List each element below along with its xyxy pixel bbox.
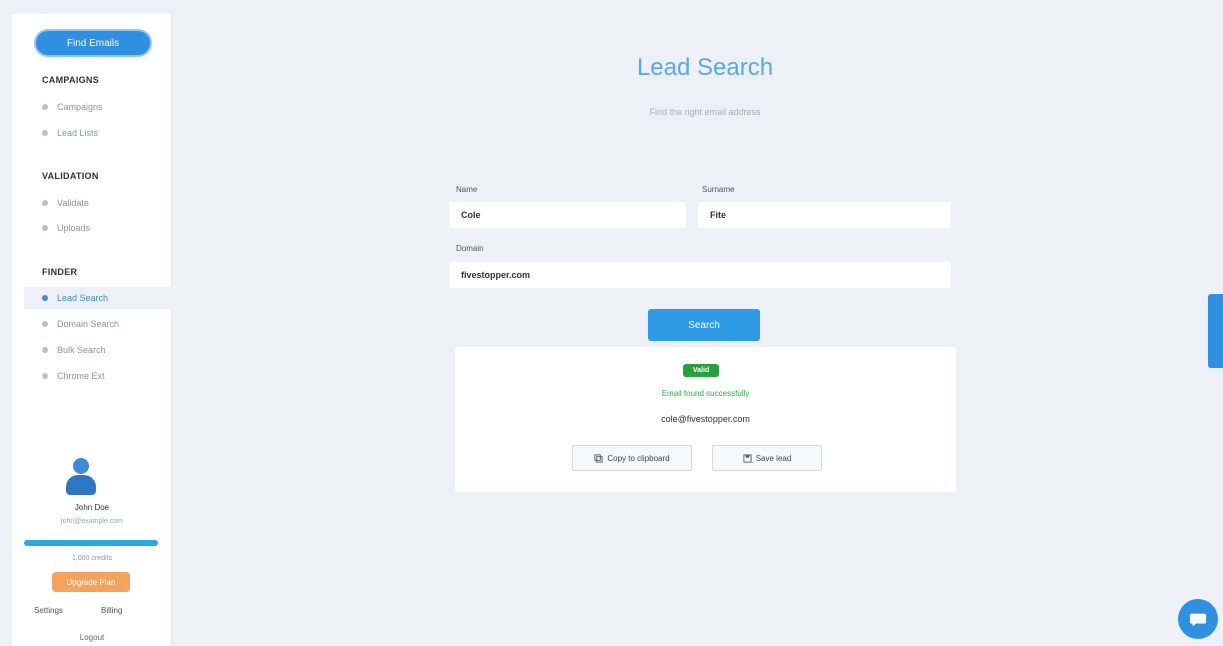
avatar-body: [66, 475, 96, 495]
feedback-tab-icon[interactable]: [1208, 294, 1223, 368]
sidebar-item-label: Lead Lists: [57, 128, 99, 138]
sidebar-item-lead-lists[interactable]: Lead Lists: [24, 122, 172, 144]
domain-input[interactable]: fivestopper.com: [448, 261, 952, 289]
bullet-icon: [42, 130, 48, 136]
upgrade-button[interactable]: Upgrade Plan: [52, 572, 130, 592]
sidebar-section-title: FINDER: [42, 267, 78, 277]
bullet-icon: [42, 200, 48, 206]
result-card: Valid Email found successfully cole@five…: [455, 347, 956, 492]
valid-badge: Valid: [683, 364, 719, 377]
avatar-icon[interactable]: [64, 456, 98, 498]
bullet-icon: [42, 347, 48, 353]
credits-progress-bar: [24, 540, 158, 546]
sidebar-item-label: Campaigns: [57, 102, 103, 112]
first-name-input[interactable]: Cole: [448, 201, 687, 229]
chat-icon[interactable]: [1178, 599, 1218, 639]
find-emails-button[interactable]: Find Emails: [34, 29, 152, 57]
sidebar-item-bulk-search[interactable]: Bulk Search: [24, 339, 172, 361]
billing-link[interactable]: Billing: [101, 606, 122, 615]
copy-button[interactable]: Copy to clipboard: [572, 445, 692, 471]
bullet-icon: [42, 225, 48, 231]
sidebar-item-label: Chrome Ext: [57, 371, 105, 381]
sidebar-item-label: Bulk Search: [57, 345, 106, 355]
bullet-icon: [42, 295, 48, 301]
sidebar-item-label: Lead Search: [57, 293, 109, 303]
copy-icon: [594, 453, 603, 463]
save-icon: [743, 453, 752, 463]
domain-label: Domain: [456, 244, 484, 253]
last-name-input[interactable]: Fite: [697, 201, 952, 229]
save-button-label: Save lead: [755, 453, 792, 463]
last-name-label: Surname: [702, 185, 735, 194]
page-subtitle: Find the right email address: [649, 107, 761, 117]
first-name-label: Name: [456, 185, 478, 194]
logout-link[interactable]: Logout: [12, 633, 172, 642]
sidebar-section-title: VALIDATION: [42, 171, 99, 181]
sidebar-item-lead-search[interactable]: Lead Search: [24, 287, 172, 309]
sidebar-section-title: CAMPAIGNS: [42, 75, 100, 85]
bullet-icon: [42, 104, 48, 110]
sidebar-item-chrome-ext[interactable]: Chrome Ext: [24, 365, 172, 387]
sidebar-item-domain-search[interactable]: Domain Search: [24, 313, 172, 335]
user-email: john@example.com: [61, 518, 123, 525]
avatar-head: [73, 458, 89, 474]
sidebar-item-validate[interactable]: Validate: [24, 192, 172, 214]
save-lead-button[interactable]: Save lead: [712, 445, 822, 471]
chat-bubble-icon: [1189, 613, 1207, 627]
sidebar-item-campaigns[interactable]: Campaigns: [24, 96, 172, 118]
result-email: cole@fivestopper.com: [661, 414, 750, 424]
search-button[interactable]: Search: [648, 309, 760, 341]
bullet-icon: [42, 321, 48, 327]
settings-link[interactable]: Settings: [34, 606, 63, 615]
bullet-icon: [42, 373, 48, 379]
page-title: Lead Search: [636, 54, 774, 81]
sidebar-item-uploads[interactable]: Uploads: [24, 217, 172, 239]
credits-text: 1,000 credits: [71, 555, 113, 562]
result-status: Email found successfully: [661, 389, 750, 398]
sidebar-item-label: Uploads: [57, 223, 91, 233]
sidebar: Find Emails CAMPAIGNS Campaigns Lead Lis…: [12, 14, 172, 646]
user-name: John Doe: [74, 503, 110, 512]
sidebar-item-label: Domain Search: [57, 319, 120, 329]
copy-button-label: Copy to clipboard: [607, 453, 670, 463]
sidebar-item-label: Validate: [57, 198, 89, 208]
